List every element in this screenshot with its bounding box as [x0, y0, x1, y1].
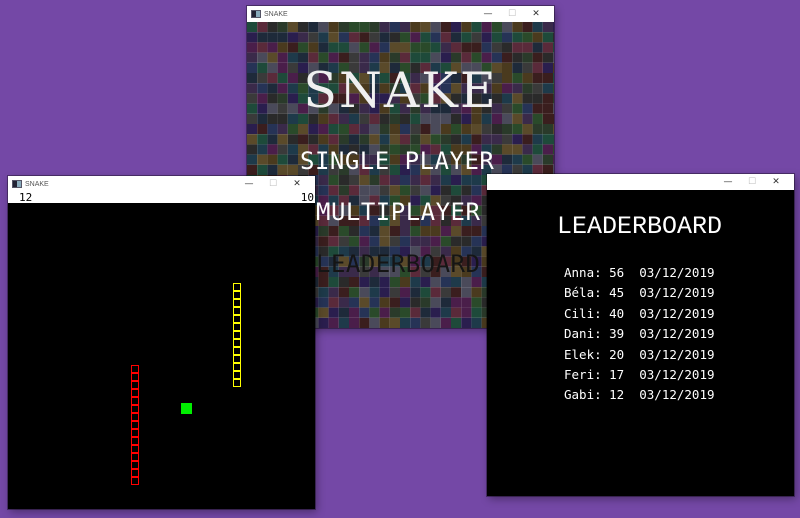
leaderboard-row: Anna: 56 03/12/2019: [564, 265, 715, 280]
close-button[interactable]: ✕: [285, 179, 309, 189]
app-icon: [12, 180, 22, 188]
leaderboard-row: Elek: 20 03/12/2019: [564, 346, 715, 362]
leaderboard-row: Gabi: 12 03/12/2019: [564, 387, 715, 403]
red-snake-segment: [131, 365, 139, 373]
red-snake-segment: [131, 421, 139, 429]
leaderboard-list: Anna: 56 03/12/2019 Béla: 45 03/12/2019 Ci…: [564, 265, 715, 408]
minimize-button[interactable]: —: [476, 9, 500, 19]
menu-titlebar[interactable]: SNAKE — ☐ ✕: [247, 6, 554, 22]
red-snake-segment: [131, 429, 139, 437]
app-icon: [251, 10, 261, 18]
leaderboard-heading: LEADERBOARD: [557, 212, 723, 241]
player1-score: 12: [19, 191, 33, 204]
single-player-button[interactable]: SINGLE PLAYER: [300, 147, 494, 175]
leaderboard-button[interactable]: LEADERBOARD: [316, 250, 480, 278]
yellow-snake-segment: [233, 323, 241, 331]
yellow-snake-segment: [233, 291, 241, 299]
yellow-snake-segment: [233, 339, 241, 347]
red-snake-segment: [131, 405, 139, 413]
leaderboard-titlebar[interactable]: — ☐ ✕: [487, 174, 794, 190]
score-bar: 12 10: [8, 192, 315, 203]
maximize-button[interactable]: ☐: [261, 179, 285, 189]
red-snake-segment: [131, 373, 139, 381]
game-title: SNAKE: [303, 62, 498, 119]
red-snake-segment: [131, 477, 139, 485]
yellow-snake-segment: [233, 379, 241, 387]
yellow-snake-segment: [233, 315, 241, 323]
leaderboard-row: Feri: 17 03/12/2019: [564, 366, 715, 382]
red-snake-segment: [131, 453, 139, 461]
red-snake-segment: [131, 413, 139, 421]
minimize-button[interactable]: —: [237, 179, 261, 189]
leaderboard-window: — ☐ ✕ LEADERBOARD Anna: 56 03/12/2019 Bél…: [487, 174, 794, 496]
yellow-snake-segment: [233, 307, 241, 315]
minimize-button[interactable]: —: [716, 177, 740, 187]
yellow-snake-segment: [233, 347, 241, 355]
food-pellet: [181, 403, 192, 414]
yellow-snake-segment: [233, 371, 241, 379]
yellow-snake-segment: [233, 363, 241, 371]
yellow-snake-segment: [233, 283, 241, 291]
game-window: SNAKE — ☐ ✕ 12 10: [8, 176, 315, 509]
game-titlebar[interactable]: SNAKE — ☐ ✕: [8, 176, 315, 192]
yellow-snake-segment: [233, 299, 241, 307]
close-button[interactable]: ✕: [764, 177, 788, 187]
red-snake-segment: [131, 437, 139, 445]
red-snake-segment: [131, 397, 139, 405]
window-title: SNAKE: [264, 10, 288, 18]
window-title: SNAKE: [25, 180, 49, 188]
red-snake-segment: [131, 445, 139, 453]
leaderboard-row: Cili: 40 03/12/2019: [564, 305, 715, 321]
yellow-snake-segment: [233, 355, 241, 363]
maximize-button[interactable]: ☐: [500, 9, 524, 19]
yellow-snake-segment: [233, 331, 241, 339]
leaderboard-content: LEADERBOARD Anna: 56 03/12/2019 Béla: 45 …: [487, 190, 794, 496]
leaderboard-row: Dani: 39 03/12/2019: [564, 326, 715, 342]
playfield[interactable]: [8, 203, 315, 509]
maximize-button[interactable]: ☐: [740, 177, 764, 187]
red-snake-segment: [131, 461, 139, 469]
player2-score: 10: [300, 191, 314, 204]
red-snake-segment: [131, 389, 139, 397]
close-button[interactable]: ✕: [524, 9, 548, 19]
red-snake-segment: [131, 381, 139, 389]
leaderboard-row: Béla: 45 03/12/2019: [564, 285, 715, 301]
multiplayer-button[interactable]: MULTIPLAYER: [316, 198, 480, 226]
red-snake-segment: [131, 469, 139, 477]
